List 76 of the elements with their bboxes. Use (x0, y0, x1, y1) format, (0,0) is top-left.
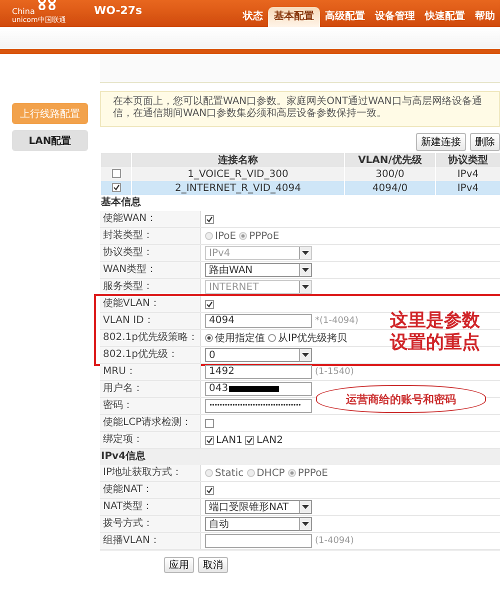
callout-bubble: 运营商给的账号和密码 (316, 385, 486, 413)
toolbar-button[interactable]: 删除 (470, 133, 500, 151)
input-field[interactable]: 1492 (205, 365, 312, 379)
table-cell: 300/0 (344, 167, 436, 181)
column-header: 协议类型 (436, 153, 500, 167)
checkbox[interactable] (245, 436, 254, 444)
annotation-text: 这里是参数设置的重点 (390, 310, 481, 354)
model-name: WO-27s (94, 4, 142, 17)
option-label: LAN2 (256, 434, 283, 446)
dropdown[interactable]: 端口受限锥形NAT (205, 500, 312, 514)
table-cell: 2_INTERNET_R_VID_4094 (132, 181, 344, 195)
field-label: IP地址获取方式： (100, 465, 201, 481)
field-label: MRU： (100, 364, 201, 380)
field-label: 密码： (100, 398, 201, 414)
field-label: 使能WAN： (100, 211, 201, 227)
field-label: 使能VLAN： (100, 296, 201, 312)
sidebar-item[interactable]: LAN配置 (12, 130, 88, 151)
field-label: 用户名： (100, 381, 201, 397)
option-label: PPPoE (249, 230, 280, 242)
nav-tab[interactable]: 状态 (238, 7, 268, 27)
input-field[interactable]: 043 (205, 382, 312, 396)
toolbar-button[interactable]: 新建连接 (416, 133, 466, 151)
table-cell: 1_VOICE_R_VID_300 (132, 167, 344, 181)
field-label: 绑定项： (100, 432, 201, 448)
radio-button[interactable] (205, 334, 213, 342)
section-title: IPv4信息 (100, 449, 500, 465)
range-hint: (1-1540) (315, 367, 354, 377)
option-label: LAN1 (216, 434, 242, 446)
option-label: PPPoE (298, 468, 328, 478)
range-hint: (1-4094) (315, 536, 354, 546)
field-label: 组播VLAN： (100, 533, 201, 549)
field-label: NAT类型： (100, 499, 201, 515)
option-label: IPoE (215, 230, 236, 242)
dropdown[interactable]: 0 (205, 348, 312, 362)
input-field[interactable] (205, 534, 312, 548)
checkbox[interactable] (205, 300, 214, 308)
range-hint: *(1-4094) (315, 316, 358, 326)
nav-tab[interactable]: 设备管理 (370, 7, 420, 27)
option-label: 使用指定值 (215, 332, 265, 345)
table-cell: IPv4 (436, 167, 500, 181)
field-label: 802.1p优先级： (100, 347, 201, 363)
action-button[interactable]: 取消 (198, 557, 228, 573)
nav-tab[interactable]: 高级配置 (320, 7, 370, 27)
field-label: 协议类型： (100, 245, 201, 261)
column-header: VLAN/优先级 (344, 153, 436, 167)
option-label: DHCP (256, 468, 285, 478)
table-cell: IPv4 (436, 181, 500, 195)
field-label: 服务类型： (100, 279, 201, 295)
info-text: 在本页面上，您可以配置WAN口参数。家庭网关ONT通过WAN口与高层网络设备通信，在通信期间WAN口参数集必须和高层设备参数保持一致。 (100, 91, 500, 127)
nav-tab[interactable]: 基本配置 (268, 7, 320, 27)
checkbox[interactable] (205, 486, 214, 494)
checkbox[interactable] (205, 418, 214, 428)
table-cell: 4094/0 (344, 181, 436, 195)
field-label: 使能NAT： (100, 482, 201, 498)
option-label: Static (215, 468, 244, 478)
checkbox[interactable] (112, 183, 120, 192)
dropdown[interactable]: 路由WAN (205, 263, 312, 277)
input-field[interactable]: 4094 (205, 314, 312, 328)
logo-text: China (12, 7, 35, 16)
option-label: 从IP优先级拷贝 (278, 332, 347, 345)
nav-tab[interactable]: 帮助 (470, 7, 500, 27)
field-label: 802.1p优先级策略： (100, 330, 201, 346)
radio-button[interactable] (268, 334, 276, 342)
field-label: 封装类型： (100, 228, 201, 244)
checkbox[interactable] (112, 169, 120, 178)
field-label: 拨号方式： (100, 516, 201, 532)
logo-icon (36, 0, 58, 10)
nav-tab[interactable]: 快速配置 (420, 7, 470, 27)
field-label: VLAN ID： (100, 313, 201, 329)
checkbox[interactable] (205, 214, 214, 224)
checkbox[interactable] (205, 436, 214, 444)
field-label: WAN类型： (100, 262, 201, 278)
column-header: 连接名称 (132, 153, 344, 167)
action-button[interactable]: 应用 (164, 557, 194, 573)
dropdown[interactable]: 自动 (205, 517, 312, 531)
field-label: 使能LCP请求检测： (100, 415, 201, 431)
